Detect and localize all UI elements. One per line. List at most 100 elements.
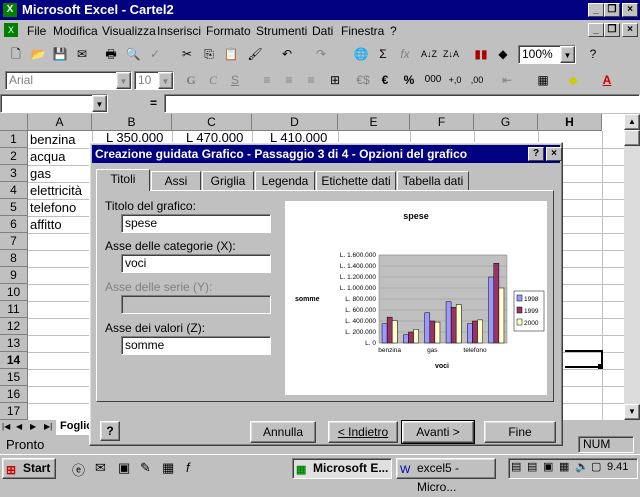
tray-icon[interactable]: ▣ <box>543 460 553 473</box>
cut-icon[interactable]: ✂ <box>176 44 198 64</box>
paste-icon[interactable]: 📋 <box>220 44 242 64</box>
fill-handle[interactable] <box>598 364 603 369</box>
row-header[interactable]: 7 <box>0 233 28 250</box>
row-header[interactable]: 9 <box>0 267 28 284</box>
cell-a3[interactable]: gas <box>30 165 51 182</box>
menu-formato[interactable]: Formato <box>206 24 251 38</box>
euro-icon[interactable]: € <box>374 70 396 90</box>
function-icon[interactable]: fx <box>394 44 416 64</box>
scroll-down-icon[interactable]: ▼ <box>624 404 640 420</box>
decrease-decimal-icon[interactable]: ,00 <box>466 70 488 90</box>
help-button-icon[interactable]: ? <box>100 421 120 441</box>
back-button[interactable]: < Indietro <box>328 421 398 443</box>
close-button[interactable]: × <box>622 3 638 17</box>
tab-last-icon[interactable]: ▶| <box>44 422 52 431</box>
print-icon[interactable]: 🖶 <box>100 44 122 64</box>
cell-a5[interactable]: telefono <box>30 199 76 216</box>
outlook-icon[interactable]: ✉ <box>95 460 106 476</box>
value-axis-input[interactable]: somme <box>121 336 271 355</box>
row-header[interactable]: 14 <box>0 352 28 369</box>
tab-assi[interactable]: Assi <box>151 171 201 191</box>
sort-desc-icon[interactable]: Z↓A <box>440 44 462 64</box>
autosum-icon[interactable]: Σ <box>372 44 394 64</box>
row-header[interactable]: 5 <box>0 199 28 216</box>
column-header-g[interactable]: G <box>474 114 538 131</box>
menu-modifica[interactable]: Modifica <box>53 24 98 38</box>
format-painter-icon[interactable]: 🖌 <box>244 44 266 64</box>
email-icon[interactable]: ✉ <box>71 44 93 64</box>
chart-wizard-icon[interactable]: ▮▮ <box>470 44 492 64</box>
app-icon[interactable]: ▦ <box>162 460 174 476</box>
tray-icon[interactable]: ▦ <box>559 460 569 473</box>
increase-decimal-icon[interactable]: +,0 <box>444 70 466 90</box>
new-icon[interactable]: 🗋 <box>5 44 27 64</box>
menu-file[interactable]: File <box>27 24 46 38</box>
start-button[interactable]: ⊞ Start <box>2 458 56 479</box>
row-header[interactable]: 16 <box>0 386 28 403</box>
size-select[interactable]: 10 ▼ <box>134 71 174 90</box>
row-header[interactable]: 11 <box>0 301 28 318</box>
doc-restore-button[interactable]: ❐ <box>604 23 620 37</box>
redo-icon[interactable]: ↷ <box>310 44 332 64</box>
name-box[interactable]: ▼ <box>0 94 108 113</box>
tray-icon[interactable]: ▤ <box>527 460 537 473</box>
next-button[interactable]: Avanti > <box>401 420 475 444</box>
cancel-button[interactable]: Annulla <box>250 421 316 443</box>
vertical-scrollbar[interactable] <box>624 114 640 420</box>
chevron-down-icon[interactable]: ▼ <box>158 72 173 89</box>
scroll-thumb[interactable] <box>624 130 640 146</box>
category-axis-input[interactable]: voci <box>121 254 271 273</box>
bold-icon[interactable]: G <box>180 70 202 90</box>
save-icon[interactable]: 💾 <box>49 44 71 64</box>
restore-button[interactable]: ❐ <box>604 3 620 17</box>
minimize-button[interactable]: _ <box>588 3 604 17</box>
tab-next-icon[interactable]: ▶ <box>30 422 36 431</box>
task-excel5[interactable]: W excel5 - Micro... <box>396 458 496 494</box>
menu-finestra[interactable]: Finestra <box>341 24 384 38</box>
italic-icon[interactable]: C <box>202 70 224 90</box>
align-center-icon[interactable]: ≡ <box>278 70 300 90</box>
spelling-icon[interactable]: ✓ <box>144 44 166 64</box>
row-header[interactable]: 3 <box>0 165 28 182</box>
row-header[interactable]: 13 <box>0 335 28 352</box>
font-app-icon[interactable]: f <box>186 460 190 475</box>
open-icon[interactable]: 📂 <box>27 44 49 64</box>
doc-close-button[interactable]: × <box>622 23 638 37</box>
cell-a1[interactable]: benzina <box>30 131 76 148</box>
finish-button[interactable]: Fine <box>484 421 556 443</box>
chart-title-input[interactable]: spese <box>121 214 271 233</box>
doc-minimize-button[interactable]: _ <box>588 23 604 37</box>
chevron-down-icon[interactable]: ▼ <box>560 46 575 63</box>
font-select[interactable]: Arial ▼ <box>5 71 132 90</box>
tab-prev-icon[interactable]: ◀ <box>16 422 22 431</box>
copy-icon[interactable]: ⎘ <box>198 44 220 64</box>
sort-asc-icon[interactable]: A↓Z <box>418 44 440 64</box>
row-header[interactable]: 12 <box>0 318 28 335</box>
fill-color-icon[interactable]: ◆ <box>562 70 584 90</box>
column-header-e[interactable]: E <box>338 114 410 131</box>
tray-icon[interactable]: ▢ <box>591 460 601 473</box>
align-right-icon[interactable]: ≡ <box>300 70 322 90</box>
zoom-select[interactable]: 100% ▼ <box>518 45 576 64</box>
print-preview-icon[interactable]: 🔍 <box>122 44 144 64</box>
tab-griglia[interactable]: Griglia <box>202 171 254 191</box>
menu-visualizza[interactable]: Visualizza <box>102 24 156 38</box>
align-left-icon[interactable]: ≡ <box>256 70 278 90</box>
tab-tabella-dati[interactable]: Tabella dati <box>397 171 469 191</box>
row-header[interactable]: 10 <box>0 284 28 301</box>
volume-icon[interactable]: 🔈 <box>575 460 589 473</box>
tab-legenda[interactable]: Legenda <box>255 171 315 191</box>
borders-icon[interactable]: ▦ <box>532 70 554 90</box>
percent-icon[interactable]: % <box>398 70 420 90</box>
channels-icon[interactable]: ✎ <box>140 460 151 476</box>
row-header[interactable]: 2 <box>0 148 28 165</box>
cell-a2[interactable]: acqua <box>30 148 65 165</box>
formula-input[interactable] <box>164 94 640 113</box>
undo-icon[interactable]: ↶ <box>276 44 298 64</box>
tab-first-icon[interactable]: |◀ <box>2 422 10 431</box>
desktop-icon[interactable]: ▣ <box>118 460 130 476</box>
chevron-down-icon[interactable]: ▼ <box>116 72 131 89</box>
underline-icon[interactable]: S <box>224 70 246 90</box>
excel-app-icon[interactable]: X <box>3 3 17 17</box>
column-header-f[interactable]: F <box>410 114 474 131</box>
